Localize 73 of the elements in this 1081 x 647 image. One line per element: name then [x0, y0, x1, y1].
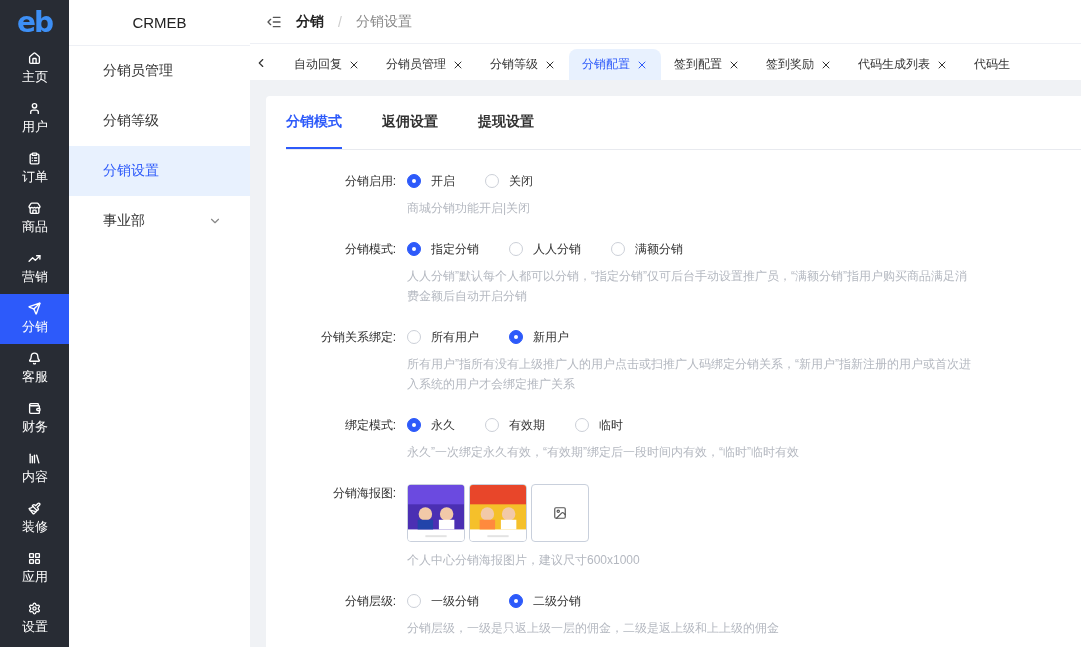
radio-button[interactable] — [509, 594, 523, 608]
nav-item[interactable]: 分销 — [0, 294, 69, 344]
radio-button[interactable] — [509, 330, 523, 344]
radio-option[interactable]: 开启 — [407, 172, 455, 190]
nav-item[interactable]: 装修 — [0, 494, 69, 544]
help-text: 永久”一次绑定永久有效，“有效期”绑定后一段时间内有效，“临时”临时有效 — [407, 444, 800, 461]
nav-item[interactable]: 商品 — [0, 194, 69, 244]
page-tab[interactable]: 分销等级 — [477, 49, 569, 80]
page-tab[interactable]: 分销配置 — [569, 49, 661, 80]
page-tab[interactable]: 分销员管理 — [373, 49, 477, 80]
help-text: 商城分销功能开启|关闭 — [407, 200, 532, 217]
book-icon — [28, 452, 41, 465]
radio-option[interactable]: 一级分销 — [407, 592, 479, 610]
help-text: 个人中心分销海报图片，建议尺寸600x1000 — [407, 552, 641, 569]
radio-button[interactable] — [407, 242, 421, 256]
image-icon — [553, 506, 567, 520]
nav-item[interactable]: 营销 — [0, 244, 69, 294]
tab[interactable]: 提现设置 — [478, 96, 534, 149]
field-label: 分销层级: — [343, 593, 396, 610]
nav-item[interactable]: 内容 — [0, 444, 69, 494]
radio-option[interactable]: 指定分销 — [407, 240, 479, 258]
field-label: 绑定模式: — [343, 417, 396, 434]
grid-icon — [28, 552, 41, 565]
nav-item[interactable]: 应用 — [0, 544, 69, 594]
radio-option[interactable]: 有效期 — [485, 416, 545, 434]
radio-button[interactable] — [407, 174, 421, 188]
radio-option[interactable]: 二级分销 — [509, 592, 581, 610]
clipboard-icon — [28, 152, 41, 165]
help-text: 人人分销”默认每个人都可以分销，“指定分销”仅可后台手动设置推广员，“满额分销”指用户购买商品满足消费金额后自动开启分销 — [407, 268, 968, 305]
page-tab[interactable]: 自动回复 — [250, 49, 373, 80]
logo: eb — [15, 4, 54, 41]
nav-item[interactable]: 财务 — [0, 394, 69, 444]
field-label: 分销启用: — [343, 173, 396, 190]
radio-option[interactable]: 临时 — [575, 416, 623, 434]
radio-option[interactable]: 新用户 — [509, 328, 569, 346]
page-tab[interactable]: 签到配置 — [661, 49, 753, 80]
field-label: 分销海报图: — [331, 485, 396, 502]
radio-option[interactable]: 满额分销 — [611, 240, 683, 258]
menu-item[interactable]: 分销设置 — [69, 146, 250, 196]
brush-icon — [28, 502, 41, 515]
poster-thumbnail[interactable] — [469, 484, 527, 542]
nav-item[interactable]: 用户 — [0, 94, 69, 144]
home-icon — [28, 52, 41, 65]
nav-item[interactable]: 设置 — [0, 594, 69, 644]
field-label: 分销关系绑定: — [319, 329, 396, 346]
page-tab[interactable]: 代码生成列表 — [845, 49, 961, 80]
poster-thumbnail[interactable] — [407, 484, 465, 542]
nav-item[interactable]: 主页 — [0, 44, 69, 94]
wallet-icon — [28, 402, 41, 415]
nav-item[interactable]: 客服 — [0, 344, 69, 394]
user-icon — [28, 102, 41, 115]
menu-item[interactable]: 分销等级 — [69, 96, 250, 146]
menu-item[interactable]: 事业部 — [69, 196, 250, 246]
radio-option[interactable]: 关闭 — [485, 172, 533, 190]
breadcrumb-item[interactable]: 分销 — [296, 12, 324, 31]
store-icon — [28, 202, 41, 215]
nav-item[interactable]: 订单 — [0, 144, 69, 194]
breadcrumb-item: 分销设置 — [355, 12, 412, 31]
settings-icon — [28, 602, 41, 615]
radio-option[interactable]: 人人分销 — [509, 240, 581, 258]
page-tab[interactable]: 代码生 — [961, 49, 1023, 80]
radio-option[interactable]: 所有用户 — [407, 328, 479, 346]
radio-option[interactable]: 永久 — [407, 416, 455, 434]
tab[interactable]: 返佣设置 — [382, 96, 438, 149]
tab[interactable]: 分销模式 — [286, 96, 342, 149]
radio-button[interactable] — [407, 418, 421, 432]
breadcrumb-separator: / — [338, 13, 342, 30]
menu-item[interactable]: 分销员管理 — [69, 46, 250, 96]
page-tab[interactable]: 签到奖励 — [753, 49, 845, 80]
chart-icon — [28, 252, 41, 265]
field-label: 分销模式: — [343, 241, 396, 258]
send-icon — [28, 302, 41, 315]
bell-icon — [28, 352, 41, 365]
